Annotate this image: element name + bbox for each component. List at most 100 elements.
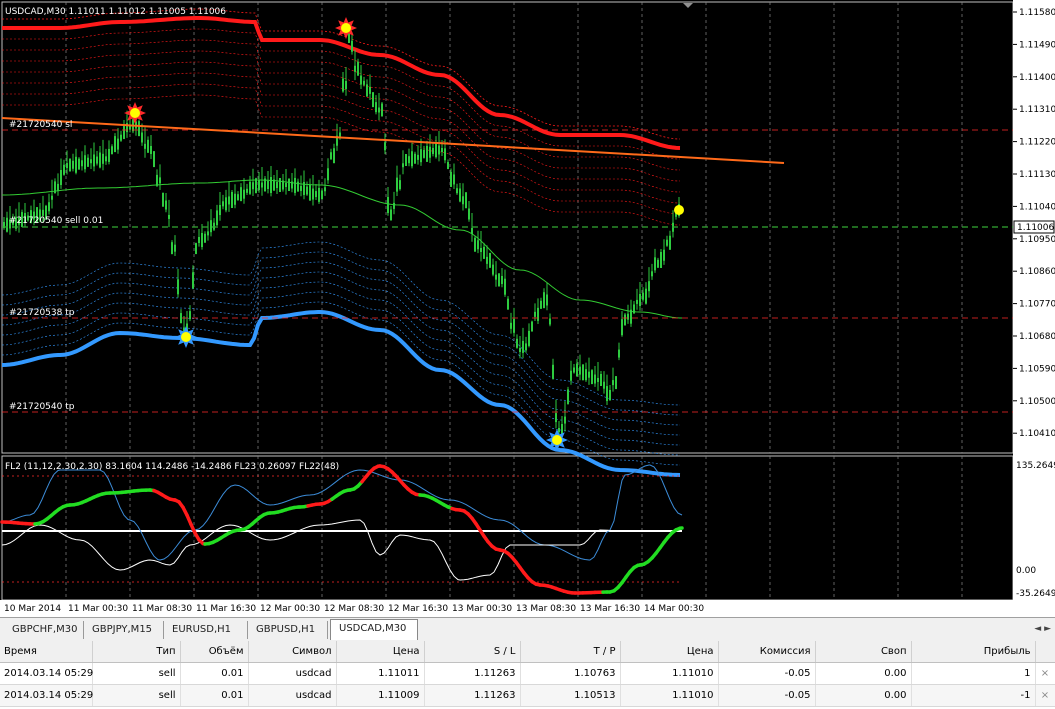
candle-body xyxy=(474,237,476,252)
candle-body xyxy=(237,194,239,201)
candle-body xyxy=(378,107,380,113)
candle-body xyxy=(189,311,191,320)
candle-body xyxy=(624,314,626,326)
candle-body xyxy=(612,380,614,386)
col-type[interactable]: Тип xyxy=(92,641,181,663)
time-tick-label: 13 Mar 08:30 xyxy=(516,604,576,614)
col-open-price[interactable]: Цена xyxy=(336,641,425,663)
candle-body xyxy=(486,256,488,264)
candle-body xyxy=(120,134,122,141)
close-order-icon[interactable]: × xyxy=(1035,662,1055,685)
candle-body xyxy=(48,202,50,212)
table-row[interactable]: 2014.03.14 05:29 sell 0.01 usdcad 1.1101… xyxy=(0,662,1055,685)
tab-eurusd-h1[interactable]: EURUSD,H1 xyxy=(164,621,248,639)
tab-gbpchf-m30[interactable]: GBPCHF,M30 xyxy=(4,621,84,639)
candle-body xyxy=(429,146,431,158)
chart-canvas[interactable]: 1.11580 1.11490 1.11400 1.11310 1.11220 1.111… xyxy=(0,0,1055,617)
candle-body xyxy=(345,81,347,89)
time-tick-label: 10 Mar 2014 xyxy=(4,604,61,614)
candle-body xyxy=(582,364,584,381)
candle-body xyxy=(246,188,248,193)
candle-body xyxy=(81,160,83,167)
time-tick-label: 13 Mar 00:30 xyxy=(452,604,512,614)
col-commission[interactable]: Комиссия xyxy=(718,641,816,663)
price-tick-label: 1.11040 xyxy=(1019,202,1055,212)
candle-body xyxy=(615,376,617,390)
candle-body xyxy=(354,65,356,72)
candle-body xyxy=(216,210,218,226)
candle-body xyxy=(309,184,311,201)
candle-body xyxy=(489,252,491,268)
candle-body xyxy=(300,185,302,191)
candle-body xyxy=(84,155,86,170)
candle-body xyxy=(342,78,344,92)
candle-body xyxy=(180,313,182,324)
candle-body xyxy=(390,209,392,221)
col-close xyxy=(1035,641,1055,663)
symbol-tabs-bar: GBPCHF,M30 GBPJPY,M15 EURUSD,H1 GBPUSD,H… xyxy=(0,617,1055,642)
candle-body xyxy=(102,153,104,164)
candle-body xyxy=(60,170,62,185)
candle-body xyxy=(369,86,371,94)
cell-profit: -1 xyxy=(911,684,1036,707)
candle-body xyxy=(153,151,155,168)
candle-body xyxy=(408,156,410,164)
candle-body xyxy=(171,242,173,255)
price-tick-label: 1.11580 xyxy=(1019,8,1055,18)
tab-scroll-arrows-icon[interactable]: ◄ ► xyxy=(1034,624,1051,634)
candle-body xyxy=(366,84,368,97)
close-order-icon[interactable]: × xyxy=(1035,684,1055,707)
candle-body xyxy=(357,61,359,76)
col-volume[interactable]: Объём xyxy=(180,641,249,663)
candle-body xyxy=(510,322,512,329)
order-label-tp2: #21720540 tp xyxy=(9,402,75,412)
candle-body xyxy=(516,338,518,348)
candle-body xyxy=(597,377,599,382)
candle-body xyxy=(648,281,650,292)
candle-body xyxy=(177,279,179,295)
price-tick-label: 1.11130 xyxy=(1019,170,1055,180)
indicator-title: FL2 (11,12,2.30,2.30) 83.1604 114.2486 -… xyxy=(5,462,339,472)
candle-body xyxy=(231,192,233,208)
candle-body xyxy=(621,319,623,336)
tab-gbpjpy-m15[interactable]: GBPJPY,M15 xyxy=(84,621,164,639)
col-time[interactable]: Время xyxy=(0,641,93,663)
chart-area[interactable]: 1.11580 1.11490 1.11400 1.11310 1.11220 1.111… xyxy=(0,0,1055,617)
candle-body xyxy=(297,181,299,192)
col-tp[interactable]: T / P xyxy=(520,641,621,663)
col-swap[interactable]: Своп xyxy=(815,641,912,663)
candle-body xyxy=(531,321,533,332)
candle-body xyxy=(57,183,59,191)
candle-body xyxy=(351,40,353,52)
candle-body xyxy=(453,174,455,185)
col-current-price[interactable]: Цена xyxy=(620,641,719,663)
col-sl[interactable]: S / L xyxy=(424,641,521,663)
tab-gbpusd-h1[interactable]: GBPUSD,H1 xyxy=(248,621,328,639)
candle-body xyxy=(591,370,593,385)
candle-body xyxy=(417,154,419,160)
candle-body xyxy=(243,189,245,199)
candle-body xyxy=(51,195,53,200)
indicator-plot-frame xyxy=(1,455,1014,601)
candle-body xyxy=(288,179,290,191)
indicator-white-line xyxy=(1,519,621,581)
candle-body xyxy=(384,142,386,151)
candle-body xyxy=(411,151,413,167)
candle-body xyxy=(444,148,446,161)
candle-body xyxy=(114,136,116,153)
candle-body xyxy=(138,121,140,137)
candle-body xyxy=(285,183,287,187)
signal-dot xyxy=(130,108,140,118)
col-profit[interactable]: Прибыль xyxy=(911,641,1036,663)
cell-commission: -0.05 xyxy=(718,662,816,685)
table-row[interactable]: 2014.03.14 05:29 sell 0.01 usdcad 1.1100… xyxy=(0,684,1055,707)
indicator-level-label: -35.2649 xyxy=(1016,589,1055,599)
candle-body xyxy=(627,313,629,320)
chart-shift-arrow-icon[interactable] xyxy=(683,3,693,8)
cell-time: 2014.03.14 05:29 xyxy=(0,684,93,707)
candle-body xyxy=(222,201,224,207)
col-symbol[interactable]: Символ xyxy=(248,641,337,663)
candle-body xyxy=(456,188,458,194)
tab-usdcad-m30[interactable]: USDCAD,M30 xyxy=(330,619,418,640)
cell-symbol: usdcad xyxy=(248,684,337,707)
